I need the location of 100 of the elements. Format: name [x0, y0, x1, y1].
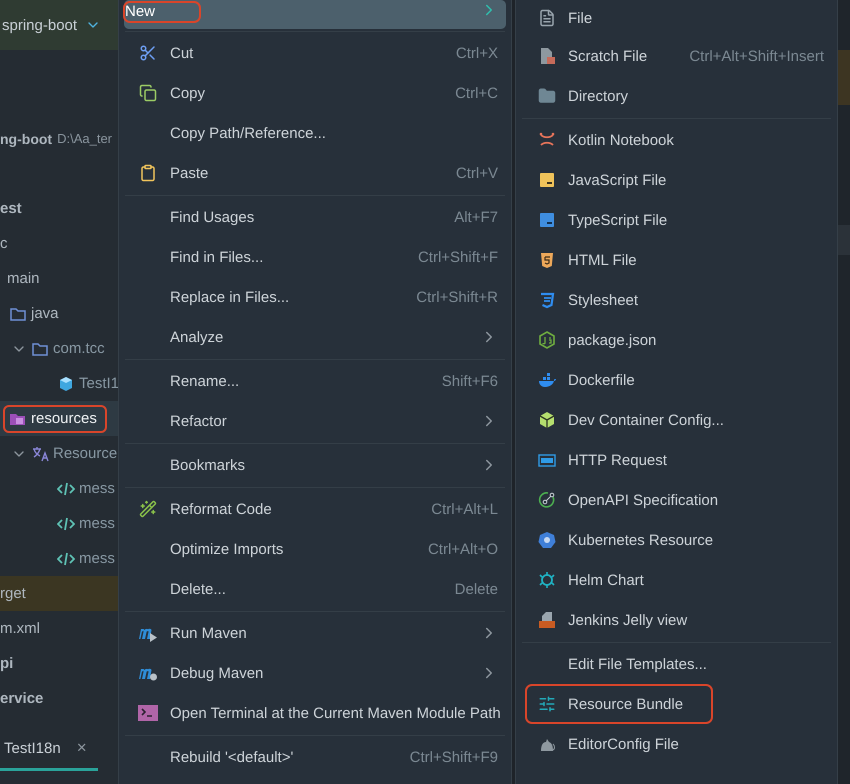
whale-icon	[538, 371, 556, 389]
tree-item-label[interactable]: ervice	[0, 690, 44, 707]
menu-item[interactable]: Debug Maven	[124, 653, 506, 693]
menu-item[interactable]: Run Maven	[124, 613, 506, 653]
tree-row[interactable]: est	[0, 191, 118, 226]
menu-item[interactable]: JavaScript File	[521, 160, 832, 200]
tree-row[interactable]: ng-boot D:\Aa_ter	[0, 121, 118, 156]
menu-item-label: Delete...	[170, 580, 226, 598]
menu-item-label: TypeScript File	[568, 212, 668, 228]
tree-row[interactable]: ervice	[0, 681, 118, 716]
tree-item-label[interactable]: m.xml	[0, 620, 40, 637]
menu-item[interactable]: OpenAPI Specification	[521, 480, 832, 520]
menu-item-label: package.json	[568, 332, 656, 348]
highlighted-menu-item[interactable]: New	[124, 0, 506, 29]
menu-item[interactable]: Dev Container Config...	[521, 400, 832, 440]
tree-row[interactable]: mess	[0, 471, 118, 506]
menu-item[interactable]: File	[521, 0, 832, 36]
sliders-icon	[538, 695, 556, 713]
menu-item[interactable]: Open Terminal at the Current Maven Module Path	[124, 693, 506, 733]
editor-tab[interactable]: TestI18n ×	[0, 738, 98, 771]
tree-item-label[interactable]: com.tcc	[53, 340, 105, 357]
menu-item[interactable]: Reformat Code Ctrl+Alt+L	[124, 489, 506, 529]
menu-item[interactable]: package.json	[521, 320, 832, 360]
tree-item-label[interactable]: mess	[79, 515, 115, 532]
tree-row[interactable]: m.xml	[0, 611, 118, 646]
menu-item-label: Refactor	[170, 412, 227, 430]
menu-item[interactable]: Cut Ctrl+X	[124, 33, 506, 73]
tree-item-label[interactable]: Resource	[53, 445, 118, 462]
menu-item-label: HTTP Request	[568, 452, 667, 468]
tree-item-label[interactable]: TestI1	[79, 375, 118, 392]
menu-item[interactable]: Find in Files... Ctrl+Shift+F	[124, 237, 506, 277]
tree-item-label[interactable]: ng-boot	[0, 130, 52, 146]
menu-item-label: Find in Files...	[170, 248, 264, 266]
excluded-tree-row[interactable]: rget	[0, 576, 118, 611]
menu-item-label: Copy Path/Reference...	[170, 124, 326, 142]
tree-row[interactable]: main	[0, 261, 118, 296]
tree-row[interactable]: java	[0, 296, 118, 331]
menu-item[interactable]: Directory	[521, 76, 832, 116]
menu-item-label: Resource Bundle	[568, 696, 684, 712]
tree-item-label[interactable]: pi	[0, 655, 14, 672]
menu-item[interactable]: Paste Ctrl+V	[124, 153, 506, 193]
close-button[interactable]: ×	[76, 738, 87, 758]
shortcut-label: Ctrl+Alt+O	[428, 540, 498, 558]
menu-item[interactable]: HTML File	[521, 240, 832, 280]
menu-item-label: Dev Container Config...	[568, 412, 724, 428]
menu-item[interactable]: Dockerfile	[521, 360, 832, 400]
menu-item-label: Jenkins Jelly view	[568, 612, 688, 628]
menu-item[interactable]: Optimize Imports Ctrl+Alt+O	[124, 529, 506, 569]
menu-item[interactable]: Kotlin Notebook	[521, 120, 832, 160]
tree-row[interactable]: TestI1	[0, 366, 118, 401]
menu-item[interactable]: Delete... Delete	[124, 569, 506, 609]
javascript-file-icon	[538, 171, 556, 189]
menu-item[interactable]: Analyze	[124, 317, 506, 357]
selected-tree-row[interactable]: resources	[0, 401, 118, 436]
tree-item-label[interactable]: rget	[0, 585, 26, 602]
menu-item-label: Rename...	[170, 372, 240, 390]
menu-item[interactable]: Replace in Files... Ctrl+Shift+R	[124, 277, 506, 317]
menu-item[interactable]: TypeScript File	[521, 200, 832, 240]
tree-item-label[interactable]: main	[7, 270, 40, 287]
menu-item-label: EditorConfig File	[568, 736, 679, 752]
tree-row[interactable]: c	[0, 226, 118, 261]
menu-item[interactable]: Helm Chart	[521, 560, 832, 600]
tree-item-label[interactable]: resources	[31, 410, 97, 427]
tree-item-label[interactable]: mess	[79, 480, 115, 497]
menu-item[interactable]: Find Usages Alt+F7	[124, 197, 506, 237]
menu-item[interactable]: Bookmarks	[124, 445, 506, 485]
menu-item-label: Kubernetes Resource	[568, 532, 714, 548]
tree-item-label[interactable]: est	[0, 200, 22, 217]
tree-item-label[interactable]: mess	[79, 550, 115, 567]
scissors-icon	[139, 44, 157, 62]
project-selector[interactable]: spring-boot	[0, 0, 118, 50]
menu-item-label: Optimize Imports	[170, 540, 284, 558]
menu-item-label: Scratch File	[568, 48, 648, 64]
menu-item[interactable]: Copy Ctrl+C	[124, 73, 506, 113]
menu-item-label: Replace in Files...	[170, 288, 290, 306]
menu-item[interactable]: Scratch File Ctrl+Alt+Shift+Insert	[521, 36, 832, 76]
tree-item-label[interactable]: java	[31, 305, 59, 322]
tree-row[interactable]: Resource	[0, 436, 118, 471]
menu-item[interactable]: Copy Path/Reference...	[124, 113, 506, 153]
clipboard-icon	[139, 164, 157, 182]
menu-item[interactable]: Jenkins Jelly view	[521, 600, 832, 640]
menu-item[interactable]: Kubernetes Resource	[521, 520, 832, 560]
file-icon	[538, 9, 556, 27]
menu-item[interactable]: HTTP Request	[521, 440, 832, 480]
menu-item[interactable]: Rename... Shift+F6	[124, 361, 506, 401]
menu-item[interactable]: Stylesheet	[521, 280, 832, 320]
tree-row[interactable]: pi	[0, 646, 118, 681]
menu-item[interactable]: Refactor	[124, 401, 506, 441]
shortcut-label: Ctrl+C	[455, 84, 498, 102]
menu-item-label: Run Maven	[170, 624, 247, 642]
menu-item-label: Edit File Templates...	[568, 656, 707, 672]
menu-item-label: Helm Chart	[568, 572, 644, 588]
menu-item[interactable]: Resource Bundle	[521, 684, 832, 724]
menu-item[interactable]: Edit File Templates...	[521, 644, 832, 684]
tree-row[interactable]: mess	[0, 541, 118, 576]
tree-row[interactable]: com.tcc	[0, 331, 118, 366]
tree-row[interactable]: mess	[0, 506, 118, 541]
tree-item-label[interactable]: c	[0, 235, 8, 252]
menu-item[interactable]: Rebuild '<default>' Ctrl+Shift+F9	[124, 737, 506, 777]
menu-item[interactable]: EditorConfig File	[521, 724, 832, 764]
